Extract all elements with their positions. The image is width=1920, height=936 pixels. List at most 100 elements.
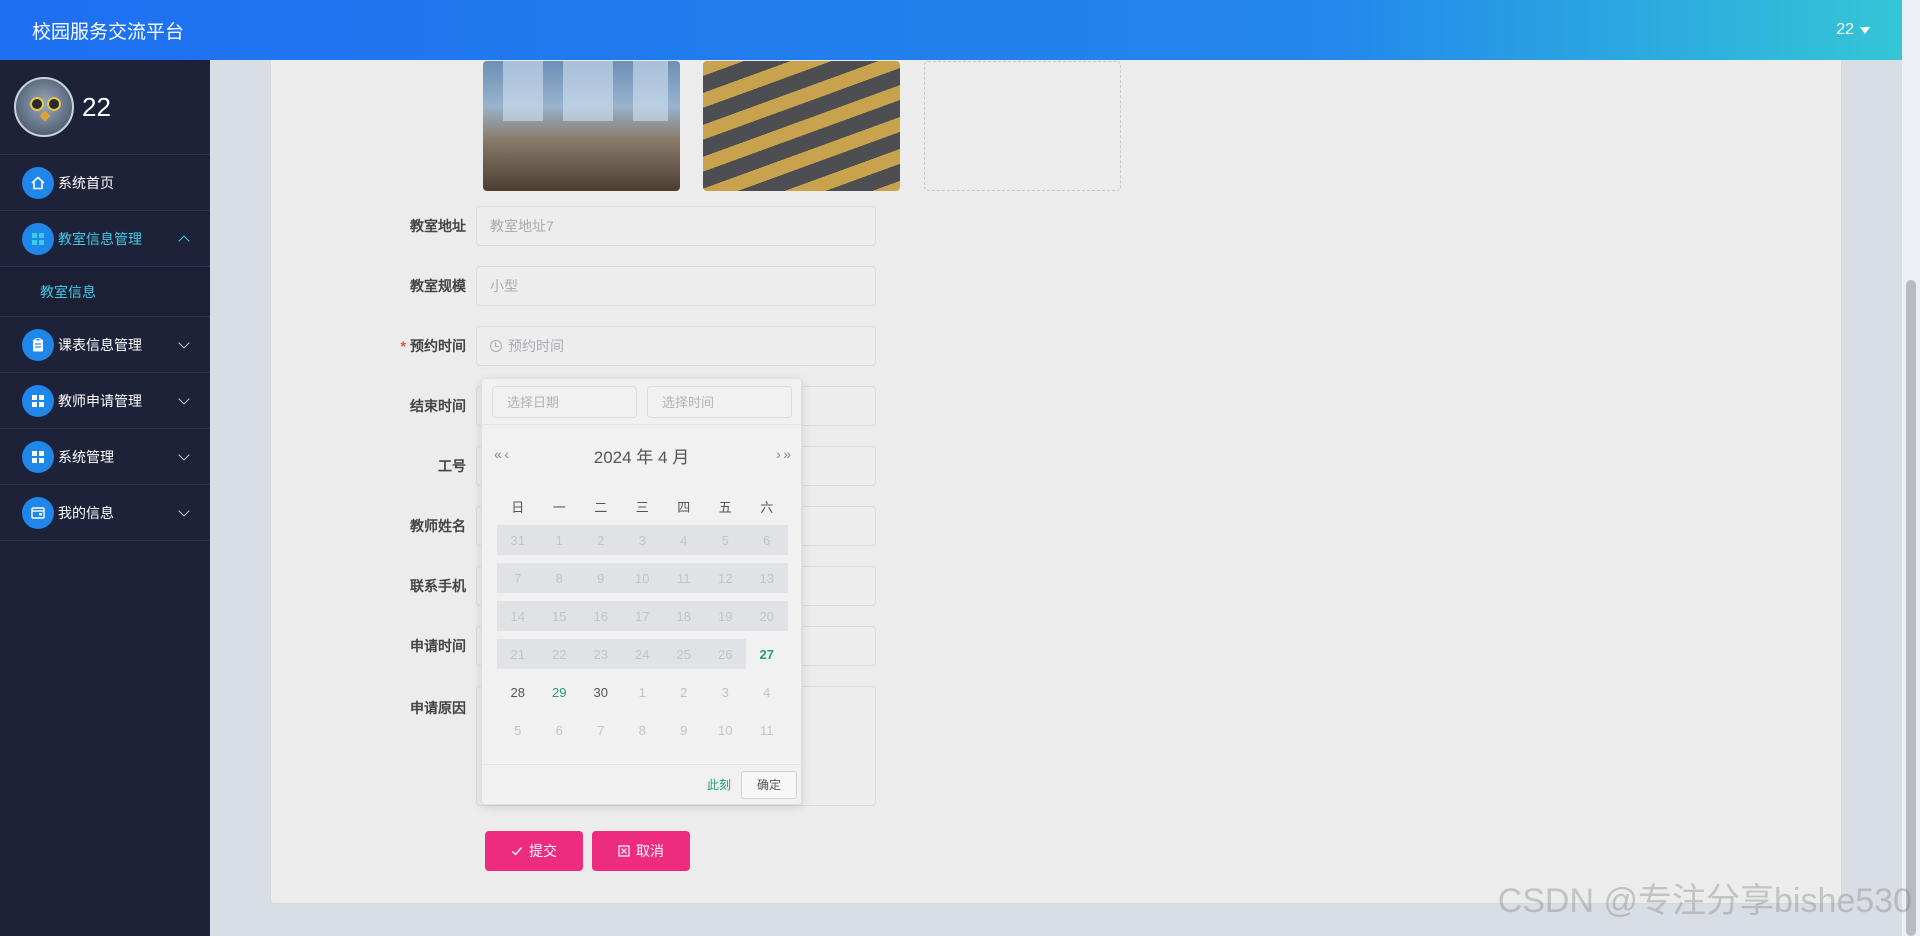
sidebar-item-classroom[interactable]: 教室信息管理 xyxy=(0,211,210,267)
calendar-day[interactable]: 6 xyxy=(539,715,581,745)
calendar-day: 19 xyxy=(704,601,746,631)
form-row-size: 教室规模 小型 xyxy=(371,266,971,306)
calendar-day: 25 xyxy=(663,639,705,669)
now-button[interactable]: 此刻 xyxy=(707,776,731,793)
cancel-button[interactable]: 取消 xyxy=(592,831,690,871)
photo-window xyxy=(633,61,668,121)
sidebar-subitem-classroom-info[interactable]: 教室信息 xyxy=(0,267,210,317)
grid-icon xyxy=(22,222,54,255)
calendar-day-highlight[interactable]: 29 xyxy=(539,677,581,707)
sidebar-item-label: 教师申请管理 xyxy=(58,392,142,409)
classroom-photo[interactable] xyxy=(483,61,680,191)
field-label: 联系手机 xyxy=(410,578,466,594)
next-year-icon[interactable]: » xyxy=(783,446,791,462)
calendar-week: 31 1 2 3 4 5 6 xyxy=(497,521,788,559)
weekday-label: 日 xyxy=(511,499,525,515)
submit-button[interactable]: 提交 xyxy=(485,831,583,871)
datetime-picker: 选择日期 选择时间 « ‹ 2024 年 4 月 › » 日 一 二 三 四 五… xyxy=(481,378,802,805)
calendar-day[interactable]: 30 xyxy=(580,677,622,707)
confirm-button[interactable]: 确定 xyxy=(741,770,797,799)
calendar-day[interactable]: 10 xyxy=(705,715,747,745)
next-month-icon[interactable]: › xyxy=(776,446,780,462)
calendar-day[interactable]: 11 xyxy=(746,715,788,745)
calendar-day: 13 xyxy=(746,563,788,593)
field-label: 教师姓名 xyxy=(410,518,466,534)
calendar-week: 21 22 23 24 25 26 27 xyxy=(497,635,787,673)
picker-footer: 此刻 确定 xyxy=(482,764,801,804)
weekday-header: 日 一 二 三 四 五 六 xyxy=(497,491,787,521)
photo-window xyxy=(563,61,613,121)
user-menu[interactable]: 22 xyxy=(1836,21,1870,39)
picker-time-input[interactable]: 选择时间 xyxy=(647,385,792,418)
picker-date-input[interactable]: 选择日期 xyxy=(492,385,637,418)
weekday-label: 三 xyxy=(635,499,649,515)
calendar-day[interactable]: 5 xyxy=(497,715,539,745)
top-bar: 校园服务交流平台 22 xyxy=(0,0,1902,60)
calendar-day: 24 xyxy=(621,639,663,669)
clock-icon xyxy=(490,340,502,352)
profile-username: 22 xyxy=(82,91,111,122)
sidebar-item-schedule[interactable]: 课表信息管理 xyxy=(0,317,210,373)
image-upload-box[interactable] xyxy=(924,61,1121,191)
avatar xyxy=(14,77,74,137)
field-label: 申请原因 xyxy=(410,700,466,716)
calendar-day: 18 xyxy=(663,601,705,631)
avatar-eye xyxy=(30,97,44,111)
cancel-button-label: 取消 xyxy=(636,843,664,859)
field-label-text: 预约时间 xyxy=(410,338,466,354)
calendar-day[interactable]: 28 xyxy=(497,677,539,707)
calendar-day: 15 xyxy=(538,601,580,631)
calendar-day: 6 xyxy=(746,525,788,555)
classroom-photo[interactable] xyxy=(703,61,900,191)
weekday-label: 二 xyxy=(594,499,608,515)
id-card-icon xyxy=(22,496,54,529)
calendar-day: 7 xyxy=(497,563,539,593)
calendar-day[interactable]: 9 xyxy=(663,715,705,745)
calendar-day: 8 xyxy=(538,563,580,593)
picker-inputs: 选择日期 选择时间 xyxy=(482,379,801,425)
sidebar-item-my-info[interactable]: 我的信息 xyxy=(0,485,210,541)
calendar-day: 11 xyxy=(663,563,705,593)
calendar-day: 10 xyxy=(621,563,663,593)
submit-button-label: 提交 xyxy=(529,843,557,859)
calendar-day: 4 xyxy=(663,525,705,555)
chevron-down-icon xyxy=(178,505,190,517)
reserve-time-placeholder: 预约时间 xyxy=(508,338,564,354)
sidebar-item-label: 系统管理 xyxy=(58,448,114,465)
form-row-reserve-time: * 预约时间 预约时间 xyxy=(371,326,971,366)
calendar-week: 7 8 9 10 11 12 13 xyxy=(497,559,788,597)
prev-year-icon[interactable]: « xyxy=(494,446,502,462)
calendar-day[interactable]: 3 xyxy=(705,677,747,707)
calendar-day-today[interactable]: 27 xyxy=(746,639,788,669)
calendar-week: 14 15 16 17 18 19 20 xyxy=(497,597,788,635)
field-label: 教室地址 xyxy=(410,218,466,234)
calendar-day[interactable]: 2 xyxy=(663,677,705,707)
sidebar-item-label: 我的信息 xyxy=(58,504,114,521)
weekday-label: 六 xyxy=(760,499,774,515)
clipboard-icon xyxy=(22,328,54,361)
calendar-day[interactable]: 8 xyxy=(622,715,664,745)
calendar-day[interactable]: 4 xyxy=(746,677,788,707)
prev-month-icon[interactable]: ‹ xyxy=(504,446,508,462)
size-input[interactable]: 小型 xyxy=(476,266,876,306)
page-scrollbar[interactable] xyxy=(1902,0,1920,936)
field-label: 教室规模 xyxy=(410,278,466,294)
address-input[interactable]: 教室地址7 xyxy=(476,206,876,246)
sidebar-item-home[interactable]: 系统首页 xyxy=(0,155,210,211)
reserve-time-input[interactable]: 预约时间 xyxy=(476,326,876,366)
caret-down-icon xyxy=(1860,26,1870,34)
grid-icon xyxy=(22,384,54,417)
calendar-day[interactable]: 7 xyxy=(580,715,622,745)
photo-window xyxy=(503,61,543,121)
sidebar-item-system[interactable]: 系统管理 xyxy=(0,429,210,485)
picker-year-month[interactable]: 2024 年 4 月 xyxy=(594,443,689,468)
calendar-day[interactable]: 1 xyxy=(622,677,664,707)
sidebar-item-label: 系统首页 xyxy=(58,174,114,191)
sidebar-item-teacher-apply[interactable]: 教师申请管理 xyxy=(0,373,210,429)
scrollbar-thumb[interactable] xyxy=(1906,280,1916,936)
form-row-address: 教室地址 教室地址7 xyxy=(371,206,971,246)
weekday-label: 四 xyxy=(677,499,691,515)
calendar-day: 14 xyxy=(497,601,539,631)
calendar-day: 21 xyxy=(497,639,539,669)
calendar-day: 20 xyxy=(746,601,788,631)
